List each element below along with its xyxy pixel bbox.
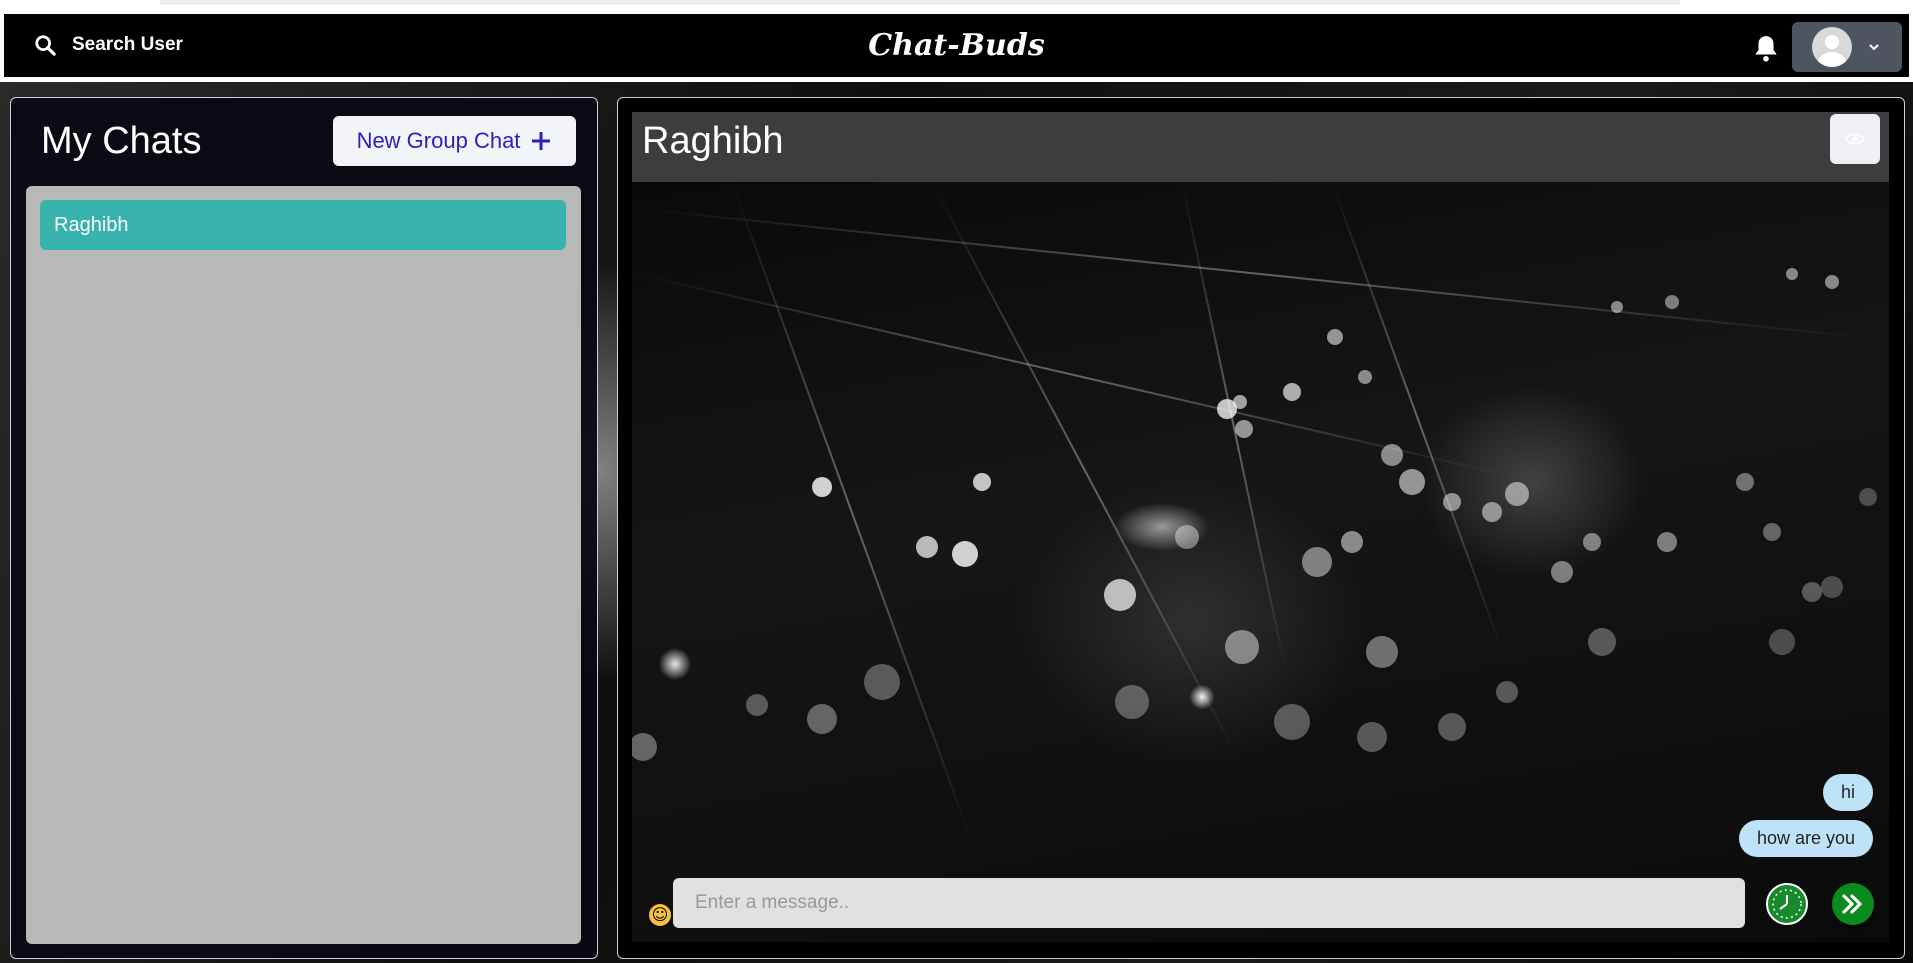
light-streak bbox=[632, 207, 1876, 340]
bokeh-light bbox=[1358, 370, 1372, 384]
emoji-icon[interactable]: ☺ bbox=[649, 904, 671, 926]
bokeh-light bbox=[1821, 576, 1843, 598]
profile-menu-button[interactable] bbox=[1792, 22, 1902, 72]
top-strip-inner bbox=[160, 0, 1680, 5]
bokeh-light bbox=[1217, 399, 1237, 419]
bokeh-light bbox=[1327, 329, 1343, 345]
bokeh-light bbox=[1736, 473, 1754, 491]
navbar: Search User Chat-Buds bbox=[0, 10, 1913, 82]
bokeh-light bbox=[1551, 561, 1573, 583]
bokeh-light bbox=[1496, 681, 1518, 703]
view-profile-button[interactable] bbox=[1830, 114, 1880, 164]
bokeh-light bbox=[1443, 493, 1461, 511]
message-bubble: how are you bbox=[1738, 820, 1873, 857]
bokeh-light bbox=[1274, 704, 1310, 740]
bokeh-light bbox=[1438, 713, 1466, 741]
bokeh-light bbox=[1769, 629, 1795, 655]
chat-messages-area[interactable]: hi how are you bbox=[632, 182, 1889, 942]
bokeh-light bbox=[632, 733, 657, 761]
bokeh-light bbox=[746, 694, 768, 716]
bokeh-light bbox=[1665, 295, 1679, 309]
bokeh-light bbox=[1588, 628, 1616, 656]
bokeh-light bbox=[864, 664, 900, 700]
bokeh-light bbox=[812, 477, 832, 497]
bokeh-light bbox=[916, 536, 938, 558]
bokeh-light bbox=[1763, 523, 1781, 541]
bokeh-light bbox=[1104, 579, 1136, 611]
bokeh-light bbox=[1482, 502, 1502, 522]
chat-panel: Raghibh hi how are you ☺ bbox=[617, 97, 1905, 959]
bokeh-light bbox=[1505, 482, 1529, 506]
schedule-message-button[interactable] bbox=[1766, 883, 1808, 925]
bokeh-light bbox=[1341, 531, 1363, 553]
light-streak bbox=[1331, 182, 1504, 654]
send-button[interactable] bbox=[1832, 883, 1874, 925]
bokeh-light bbox=[1302, 547, 1332, 577]
bokeh-light bbox=[1115, 685, 1149, 719]
bokeh-light bbox=[1357, 722, 1387, 752]
bokeh-light bbox=[1366, 636, 1398, 668]
bokeh-light bbox=[1657, 532, 1677, 552]
eye-icon bbox=[1845, 133, 1865, 145]
bokeh-light bbox=[1175, 525, 1199, 549]
bokeh-light bbox=[1825, 275, 1839, 289]
search-user-button[interactable]: Search User bbox=[34, 34, 183, 56]
chat-header: Raghibh bbox=[632, 112, 1889, 182]
bokeh-light bbox=[1611, 301, 1623, 313]
message-input[interactable] bbox=[673, 878, 1745, 928]
bokeh-light bbox=[1381, 444, 1403, 466]
plus-icon bbox=[532, 132, 551, 150]
search-user-label: Search User bbox=[72, 34, 183, 55]
double-chevron-right-icon bbox=[1842, 894, 1862, 914]
chat-header-name: Raghibh bbox=[642, 120, 784, 162]
new-group-chat-label: New Group Chat bbox=[356, 128, 521, 153]
search-icon bbox=[35, 35, 56, 56]
avatar-icon bbox=[1812, 27, 1852, 67]
chat-list: Raghibh bbox=[26, 186, 581, 944]
bokeh-light bbox=[1225, 630, 1259, 664]
my-chats-title: My Chats bbox=[41, 120, 202, 162]
bokeh-light bbox=[1859, 488, 1877, 506]
chevron-down-icon bbox=[1869, 44, 1879, 51]
bokeh-light bbox=[1786, 268, 1798, 280]
chat-list-item-raghibh[interactable]: Raghibh bbox=[40, 200, 566, 250]
message-bubble: hi bbox=[1822, 774, 1873, 811]
app-title: Chat-Buds bbox=[868, 28, 1045, 63]
light-streak bbox=[931, 182, 1239, 758]
bokeh-light bbox=[1399, 469, 1425, 495]
clock-icon bbox=[1772, 889, 1802, 919]
bokeh-light bbox=[1802, 582, 1822, 602]
bell-icon[interactable] bbox=[1753, 34, 1779, 62]
bokeh-light bbox=[807, 704, 837, 734]
new-group-chat-button[interactable]: New Group Chat bbox=[333, 116, 576, 166]
bokeh-light bbox=[1283, 383, 1301, 401]
light-streak bbox=[731, 182, 973, 842]
bokeh-light bbox=[1235, 420, 1253, 438]
bokeh-light bbox=[973, 473, 991, 491]
light-streak bbox=[1181, 182, 1287, 673]
my-chats-panel: My Chats New Group Chat Raghibh bbox=[10, 97, 598, 959]
top-strip bbox=[0, 0, 1913, 10]
bokeh-light bbox=[1583, 533, 1601, 551]
bokeh-light bbox=[952, 541, 978, 567]
